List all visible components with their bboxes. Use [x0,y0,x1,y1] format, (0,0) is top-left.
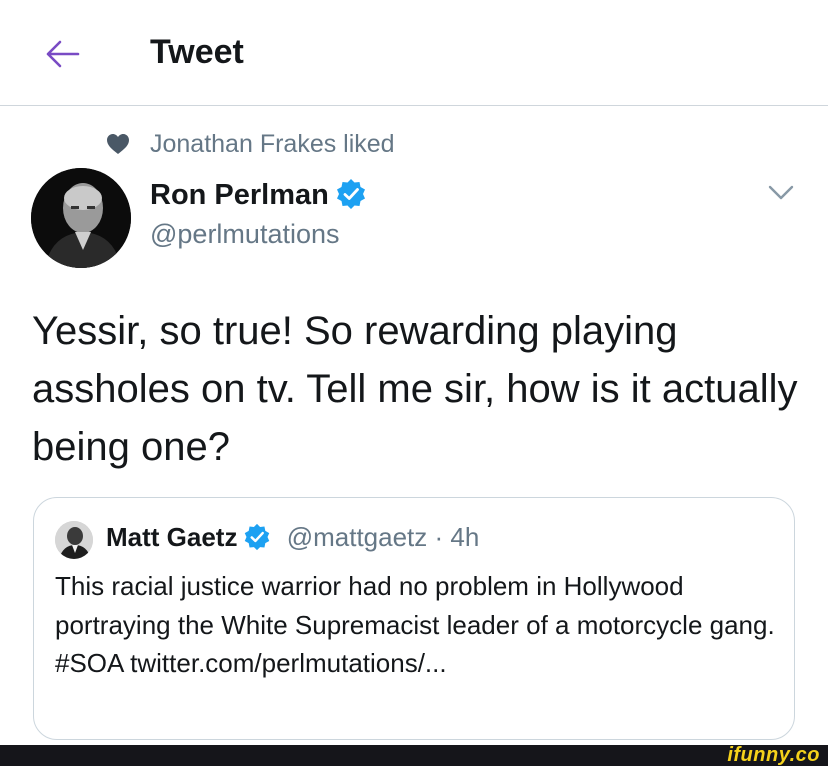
quoted-tweet-card[interactable]: Matt Gaetz @mattgaetz · 4h This racial j… [33,497,795,740]
quote-author-handle: @mattgaetz [286,522,428,552]
verified-badge-icon [245,524,270,551]
quote-header: Matt Gaetz @mattgaetz · 4h [106,522,479,553]
page-title: Tweet [150,33,244,71]
watermark-bar: ifunny.co [0,745,828,766]
chevron-down-icon[interactable] [768,184,794,202]
author-name-text: Ron Perlman [150,179,329,211]
verified-badge-icon [336,179,365,210]
author-handle[interactable]: @perlmutations [150,219,340,250]
top-bar: Tweet [0,0,828,106]
avatar[interactable] [31,168,131,268]
tweet-text: Yessir, so true! So rewarding playing as… [32,309,798,469]
social-context-text: Jonathan Frakes liked [150,130,395,158]
author-name[interactable]: Ron Perlman [150,179,367,212]
quote-avatar [55,521,93,559]
quote-text: This racial justice warrior had no probl… [55,571,775,678]
watermark-logo: ifunny.co [727,744,820,766]
quote-timestamp: 4h [450,522,480,552]
quote-avatar-image [55,521,93,559]
heart-icon [107,134,129,154]
arrow-left-icon[interactable] [42,36,82,72]
quote-separator: · [434,522,444,552]
quote-author-name: Matt Gaetz [106,522,238,552]
avatar-image [31,168,131,268]
